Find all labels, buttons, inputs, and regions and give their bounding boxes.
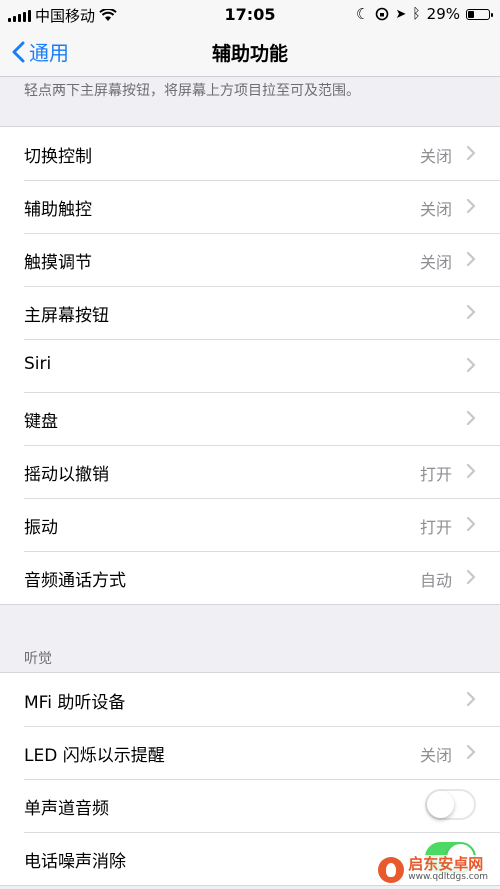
row-label: 单声道音频 bbox=[24, 799, 109, 819]
interaction-setting-row[interactable]: 键盘 bbox=[0, 392, 500, 445]
interaction-setting-row[interactable]: 主屏幕按钮 bbox=[0, 286, 500, 339]
reachability-hint: 轻点两下主屏幕按钮，将屏幕上方项目拉至可及范围。 bbox=[24, 83, 360, 99]
row-label: 摇动以撤销 bbox=[24, 465, 109, 485]
row-label: 音频通话方式 bbox=[24, 571, 126, 591]
row-value: 自动 bbox=[419, 571, 452, 590]
orientation-lock-icon bbox=[376, 7, 389, 21]
interaction-setting-row[interactable]: Siri bbox=[0, 339, 500, 392]
interaction-setting-row[interactable]: 触摸调节 关闭 bbox=[0, 233, 500, 286]
watermark-url: www.qdltdgs.com bbox=[408, 872, 488, 883]
bluetooth-icon: ᛒ bbox=[412, 6, 421, 22]
row-label: 电话噪声消除 bbox=[24, 852, 126, 872]
interaction-settings-group: 切换控制 关闭 辅助触控 关闭 触摸调节 关闭 主屏幕按钮 Siri 键盘 摇动以撤销 打开 振动 打开… bbox=[0, 126, 500, 605]
location-icon: ➤ bbox=[395, 6, 407, 22]
chevron-right-icon bbox=[466, 516, 476, 532]
chevron-right-icon bbox=[466, 198, 476, 214]
battery-percent: 29% bbox=[426, 5, 460, 23]
hearing-section-header: 听觉 bbox=[24, 651, 52, 667]
row-label: 主屏幕按钮 bbox=[24, 306, 109, 326]
navigation-bar: 通用 辅助功能 bbox=[0, 28, 500, 77]
interaction-setting-row[interactable]: 摇动以撤销 打开 bbox=[0, 445, 500, 498]
interaction-setting-row[interactable]: 切换控制 关闭 bbox=[0, 127, 500, 180]
page-title: 辅助功能 bbox=[211, 43, 288, 65]
moon-icon: ☾ bbox=[355, 5, 370, 23]
battery-level-fill bbox=[468, 10, 474, 18]
row-label: LED 闪烁以示提醒 bbox=[24, 746, 165, 766]
interaction-setting-row[interactable]: 辅助触控 关闭 bbox=[0, 180, 500, 233]
chevron-right-icon bbox=[466, 145, 476, 161]
watermark: 启东安卓网 www.qdltdgs.com bbox=[372, 855, 494, 885]
row-label: 切换控制 bbox=[24, 147, 92, 167]
toggle-knob bbox=[427, 791, 454, 818]
row-value: 关闭 bbox=[419, 200, 452, 219]
row-label: 振动 bbox=[24, 518, 58, 538]
hearing-setting-row[interactable]: 单声道音频 bbox=[0, 779, 500, 832]
status-bar: 中国移动 17:05 ☾ ➤ ᛒ 29% bbox=[0, 0, 500, 28]
row-value: 打开 bbox=[419, 465, 452, 484]
chevron-right-icon bbox=[466, 691, 476, 707]
battery-icon bbox=[466, 8, 493, 20]
hearing-settings-group: MFi 助听设备 LED 闪烁以示提醒 关闭单声道音频电话噪声消除 bbox=[0, 672, 500, 886]
row-value: 关闭 bbox=[419, 746, 452, 765]
row-label: Siri bbox=[24, 354, 52, 374]
chevron-right-icon bbox=[466, 569, 476, 585]
row-value: 关闭 bbox=[419, 253, 452, 272]
chevron-right-icon bbox=[466, 304, 476, 320]
watermark-logo-icon bbox=[378, 857, 405, 883]
toggle-switch[interactable] bbox=[425, 789, 476, 820]
row-label: 触摸调节 bbox=[24, 253, 92, 273]
chevron-right-icon bbox=[466, 251, 476, 267]
row-value: 打开 bbox=[419, 518, 452, 537]
chevron-right-icon bbox=[466, 463, 476, 479]
interaction-setting-row[interactable]: 音频通话方式 自动 bbox=[0, 551, 500, 604]
row-label: 键盘 bbox=[24, 412, 58, 432]
hearing-setting-row[interactable]: LED 闪烁以示提醒 关闭 bbox=[0, 726, 500, 779]
interaction-setting-row[interactable]: 振动 打开 bbox=[0, 498, 500, 551]
status-right: ☾ ➤ ᛒ 29% bbox=[355, 5, 493, 23]
row-label: 辅助触控 bbox=[24, 200, 92, 220]
chevron-right-icon bbox=[466, 357, 476, 373]
hearing-setting-row[interactable]: MFi 助听设备 bbox=[0, 673, 500, 726]
watermark-title: 启东安卓网 bbox=[408, 855, 484, 874]
row-label: MFi 助听设备 bbox=[24, 693, 126, 713]
chevron-right-icon bbox=[466, 410, 476, 426]
row-value: 关闭 bbox=[419, 147, 452, 166]
chevron-right-icon bbox=[466, 744, 476, 760]
